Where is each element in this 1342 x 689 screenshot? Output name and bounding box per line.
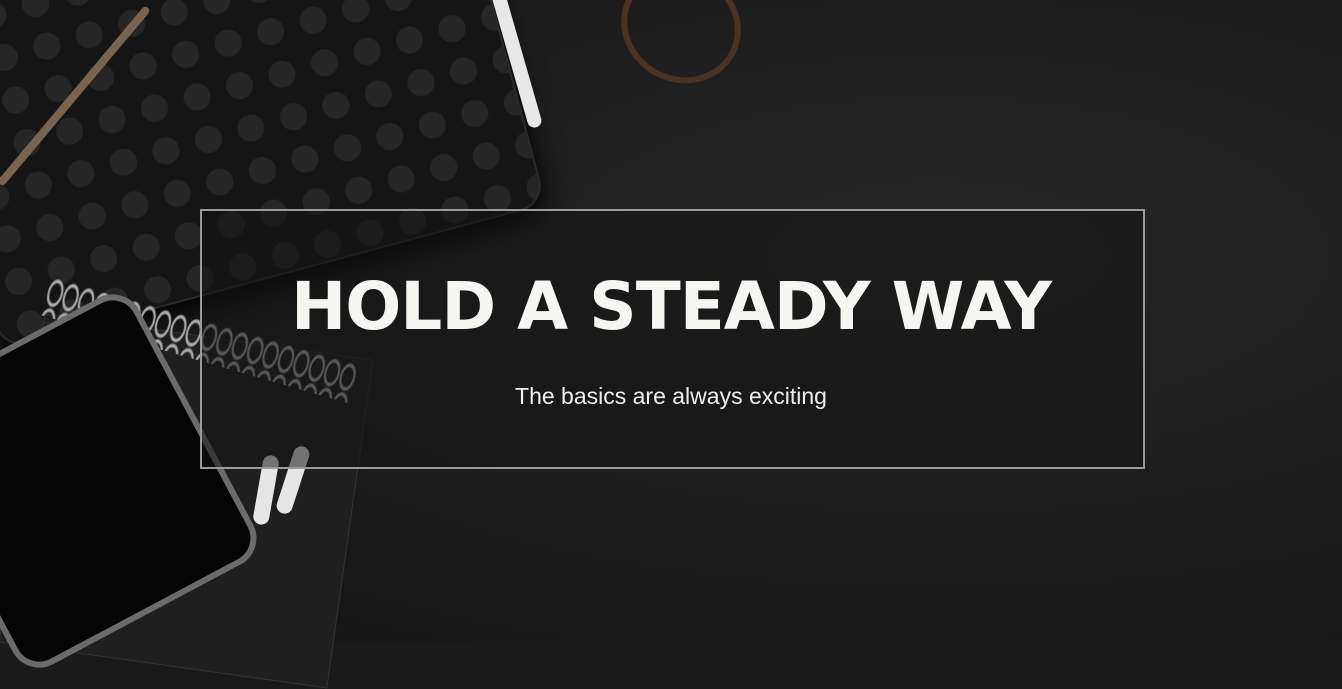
slide-title: HOLD A STEADY WAY [290,268,1052,345]
slide-subtitle: The basics are always exciting [515,383,827,409]
